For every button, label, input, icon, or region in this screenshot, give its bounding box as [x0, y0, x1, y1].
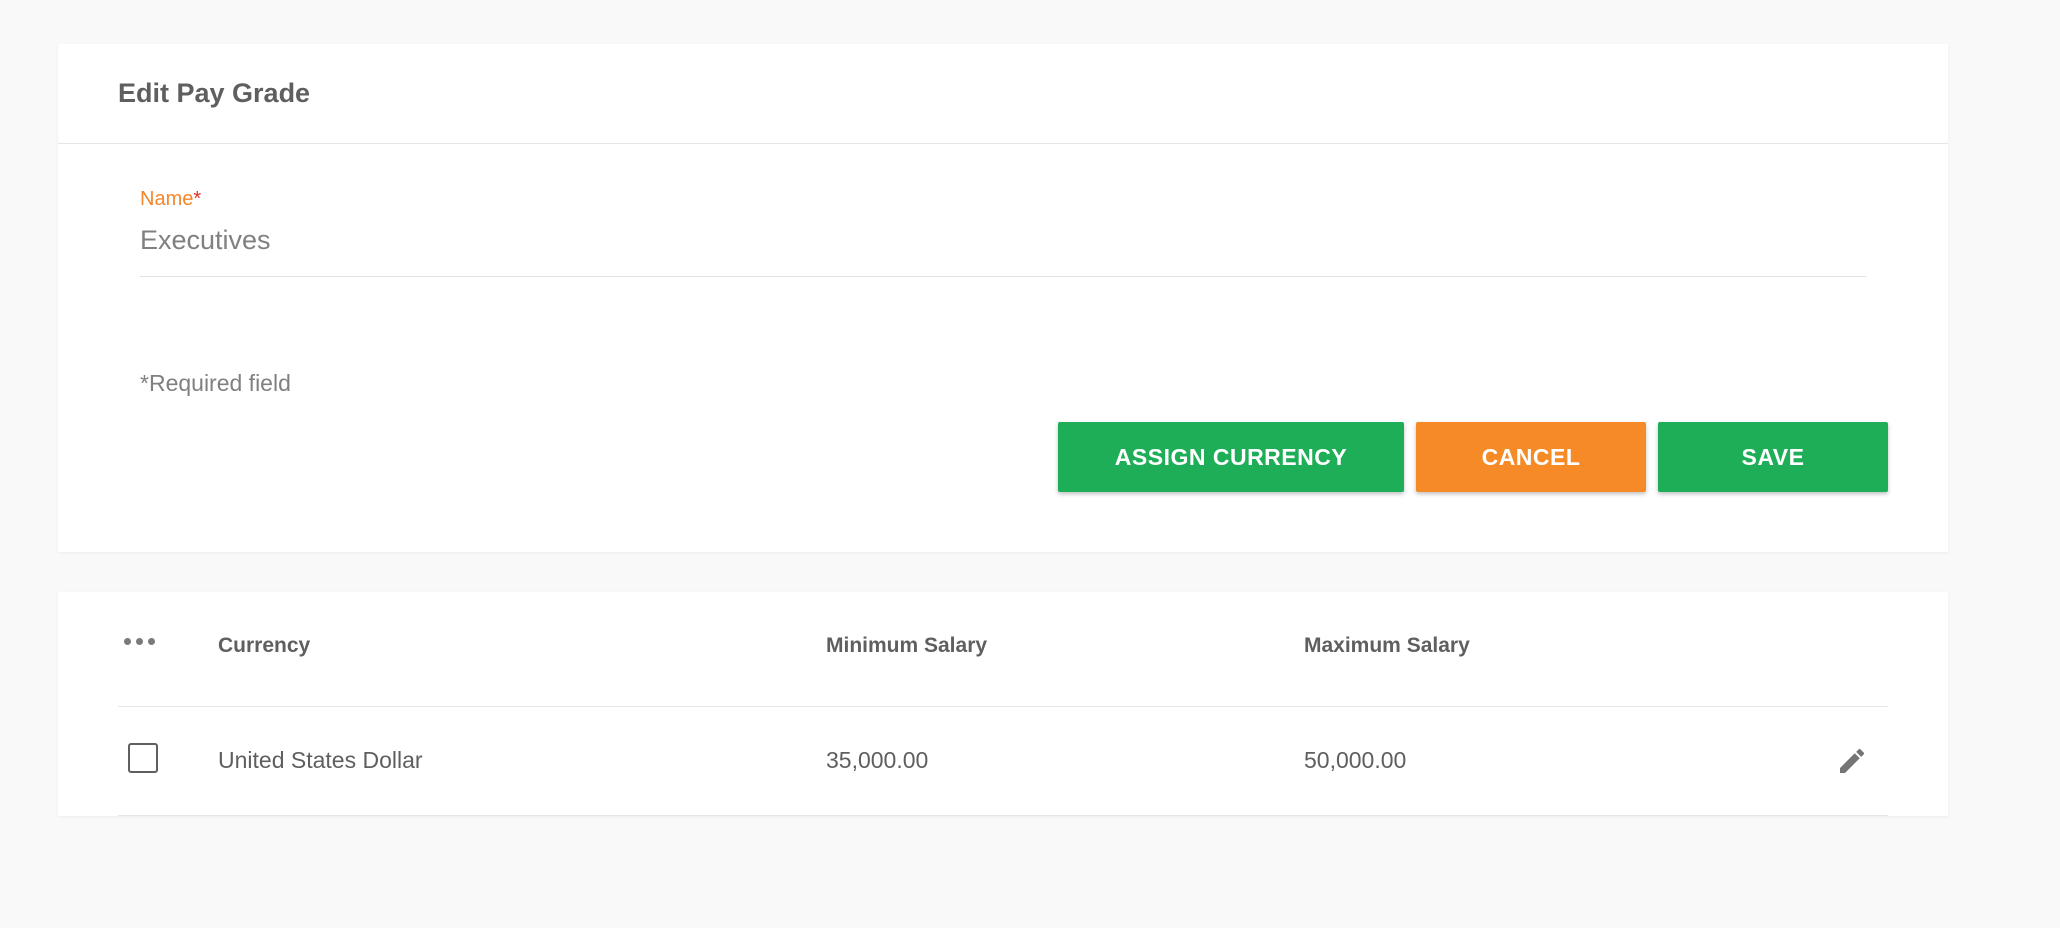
cell-maximum-salary: 50,000.00 [1304, 747, 1407, 773]
cell-minimum-salary: 35,000.00 [826, 747, 929, 773]
column-header-currency[interactable]: Currency [218, 634, 310, 658]
required-note-text: Required field [148, 370, 291, 396]
save-button[interactable]: SAVE [1658, 422, 1888, 492]
required-note-marker: * [140, 370, 149, 396]
more-dot [124, 638, 131, 645]
assign-currency-button[interactable]: ASSIGN CURRENCY [1058, 422, 1404, 492]
more-dot [148, 638, 155, 645]
column-header-minimum-salary[interactable]: Minimum Salary [826, 634, 987, 658]
table-header: Currency Minimum Salary Maximum Salary [118, 592, 1888, 707]
pencil-icon[interactable] [1836, 745, 1868, 777]
more-horizontal-icon[interactable] [124, 638, 155, 645]
page-title: Edit Pay Grade [118, 78, 311, 108]
name-field-label: Name* [140, 188, 1866, 211]
table-row: United States Dollar 35,000.00 50,000.00 [118, 707, 1888, 816]
name-field: Name* [140, 188, 1866, 277]
edit-pay-grade-card: Edit Pay Grade Name* *Required field ASS… [58, 44, 1948, 552]
name-label-text: Name [140, 188, 194, 210]
cell-currency: United States Dollar [218, 747, 423, 773]
more-dot [136, 638, 143, 645]
page: Edit Pay Grade Name* *Required field ASS… [0, 0, 2060, 928]
currency-table-card: Currency Minimum Salary Maximum Salary U… [58, 592, 1948, 816]
currency-table: Currency Minimum Salary Maximum Salary U… [118, 592, 1888, 816]
column-header-maximum-salary[interactable]: Maximum Salary [1304, 634, 1470, 658]
required-field-note: *Required field [140, 370, 291, 397]
pencil-icon-svg [1840, 748, 1865, 773]
card-header: Edit Pay Grade [58, 44, 1948, 144]
row-select-checkbox[interactable] [128, 743, 158, 773]
edit-form: Name* *Required field ASSIGN CURRENCY CA… [58, 144, 1948, 551]
name-input[interactable] [140, 225, 1866, 277]
required-asterisk: * [193, 188, 202, 210]
cancel-button[interactable]: CANCEL [1416, 422, 1646, 492]
